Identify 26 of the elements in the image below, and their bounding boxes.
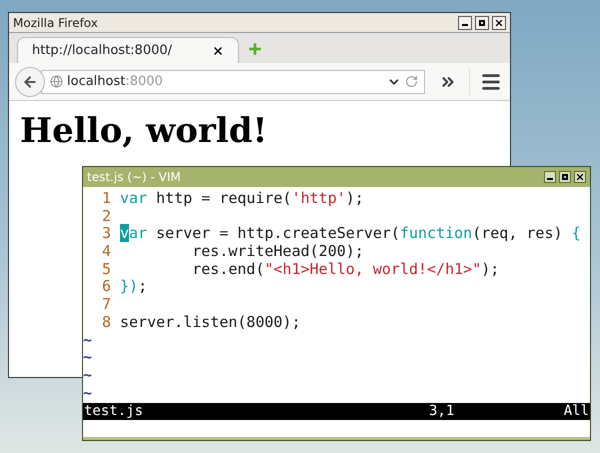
tilde-marker: ~ <box>83 384 92 402</box>
line-number: 4 <box>100 243 111 261</box>
tilde-marker: ~ <box>83 366 92 385</box>
code-line: var server = http.createServer(function(req, res) { <box>120 225 581 244</box>
code-line: var http = require('http'); <box>120 190 364 208</box>
line-number: 3 <box>100 225 111 244</box>
cursor-position: 3,1 <box>429 403 456 420</box>
scroll-position: All <box>564 403 590 420</box>
tilde-marker: ~ <box>83 349 92 367</box>
line-number: 2 <box>100 208 111 226</box>
browser-tab[interactable]: http://localhost:8000/ <box>17 37 239 63</box>
address-field[interactable]: localhost:8000 <box>41 70 425 94</box>
code-line: res.writeHead(200); <box>191 243 364 261</box>
file-name: test.js <box>83 403 144 420</box>
code-line: }); <box>120 278 148 296</box>
code-line: res.end("<h1>Hello, world!</h1>"); <box>191 260 500 278</box>
tilde-marker: ~ <box>83 332 92 350</box>
line-number: 8 <box>100 314 111 332</box>
window-title: test.js (~) - VIM <box>87 169 181 186</box>
window-title: Mozilla Firefox <box>13 14 98 32</box>
code-line: server.listen(8000); <box>120 314 301 332</box>
line-number: 5 <box>100 260 111 278</box>
line-number: 7 <box>100 296 111 314</box>
line-number: 6 <box>100 278 111 296</box>
line-number: 1 <box>100 190 111 208</box>
page-heading: Hello, world! <box>20 111 268 151</box>
